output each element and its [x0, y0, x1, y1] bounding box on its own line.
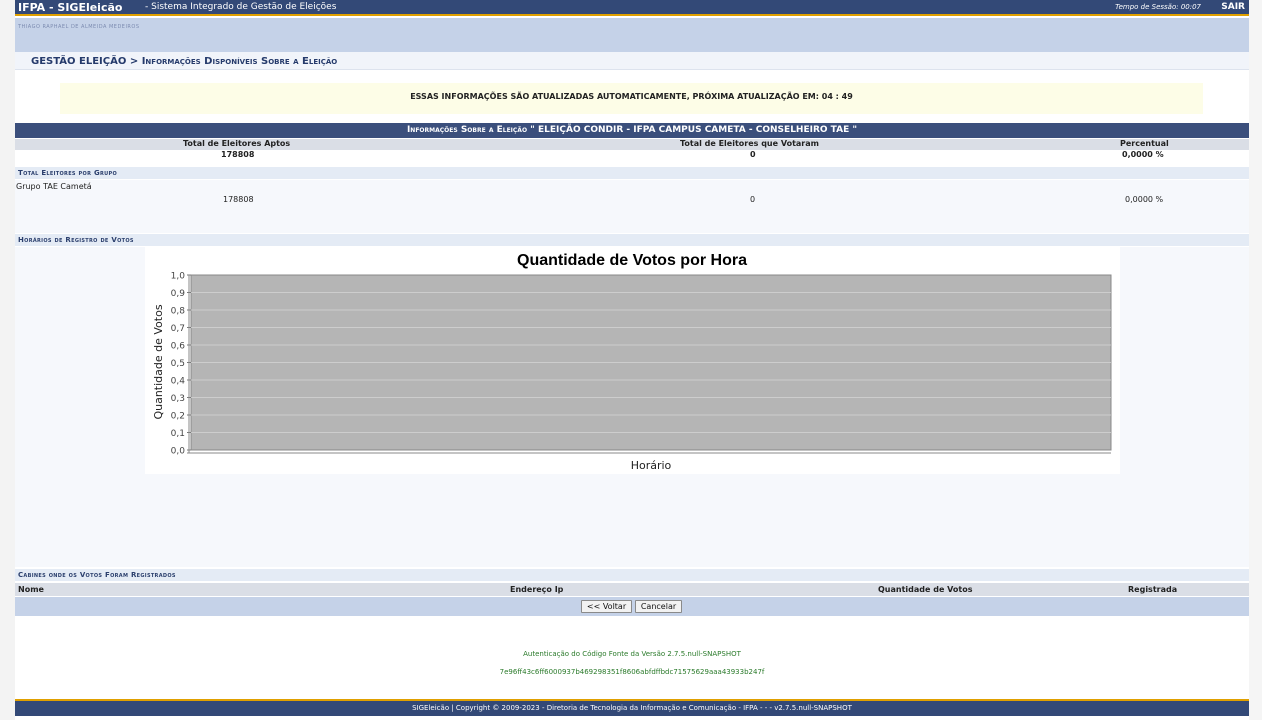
totals-row: 178808 0 0,0000 % [15, 150, 1249, 163]
breadcrumb-current: Informações Disponíveis Sobre a Eleição [141, 56, 338, 67]
y-tick-label: 0,2 [171, 412, 185, 422]
chart-title: Quantidade de Votos por Hora [517, 252, 747, 269]
y-tick-label: 0,8 [171, 307, 186, 317]
cancel-button[interactable]: Cancelar [635, 600, 682, 613]
auto-update-notice: ESSAS INFORMAÇÕES SÃO ATUALIZADAS AUTOMA… [60, 83, 1203, 114]
total-votaram: 0 [750, 150, 756, 159]
auth-source-version: Autenticação do Código Fonte da Versão 2… [523, 650, 741, 658]
col-votaram-header: Total de Eleitores que Votaram [680, 139, 819, 148]
y-tick-label: 0,6 [171, 342, 186, 352]
votes-per-hour-chart: Quantidade de Votos por Hora 0,0 0,1 0,2 0,… [145, 247, 1120, 474]
section-groups-title: Total Eleitores por Grupo [18, 169, 118, 177]
chart-area: Quantidade de Votos por Hora 0,0 0,1 0,2 0,… [15, 247, 1249, 567]
breadcrumb-separator: > [129, 56, 139, 67]
cabins-col-nome: Nome [18, 585, 44, 594]
system-subtitle: - Sistema Integrado de Gestão de Eleiçõe… [145, 2, 337, 12]
session-timer: Tempo de Sessão: 00:07 [1115, 3, 1201, 11]
top-bar: IFPA - SIGEleicão - Sistema Integrado de… [15, 0, 1249, 16]
plot-area: 0,0 0,1 0,2 0,3 0,4 0,5 0,6 0,7 0,8 0,9 1,0 [171, 272, 1112, 457]
section-cabins-title: Cabines onde os Votos Foram Registrados [18, 571, 176, 579]
total-aptos: 178808 [221, 150, 255, 159]
section-times: Horários de Registro de Votos [15, 234, 1249, 246]
col-aptos-header: Total de Eleitores Aptos [183, 139, 291, 148]
auto-update-text: ESSAS INFORMAÇÕES SÃO ATUALIZADAS AUTOMA… [410, 92, 853, 101]
cabins-col-votos: Quantidade de Votos [878, 585, 973, 594]
group-votaram: 0 [750, 195, 756, 204]
group-aptos: 178808 [223, 195, 254, 204]
y-tick-label: 0,9 [171, 289, 186, 299]
y-tick-label: 0,7 [171, 324, 185, 334]
breadcrumb-root[interactable]: GESTÃO ELEIÇÃO [31, 56, 126, 67]
system-brand: IFPA - SIGEleicão [18, 1, 123, 14]
totals-header-row: Total de Eleitores Aptos Total de Eleito… [15, 139, 1249, 150]
col-percentual-header: Percentual [1120, 139, 1169, 148]
logout-link[interactable]: SAIR [1221, 2, 1245, 12]
y-tick-label: 0,5 [171, 359, 185, 369]
cabins-col-registrada: Registrada [1128, 585, 1178, 594]
group-percentual: 0,0000 % [1125, 195, 1164, 204]
footer: SIGEleicão | Copyright © 2009-2023 - Dir… [15, 699, 1249, 716]
chart-y-axis-label: Quantidade de Votos [152, 304, 165, 419]
page: IFPA - SIGEleicão - Sistema Integrado de… [15, 0, 1249, 720]
y-tick-label: 0,3 [171, 394, 185, 404]
chart-svg: Quantidade de Votos por Hora 0,00,10,20,… [152, 252, 1112, 472]
group-list: Grupo TAE Cametá 178808 0 0,0000 % [15, 180, 1249, 233]
election-info-title: Informações Sobre a Eleição " ELEIÇÃO CO… [15, 123, 1249, 138]
y-tick-label: 0,0 [171, 447, 186, 457]
section-cabins: Cabines onde os Votos Foram Registrados [15, 569, 1249, 581]
group-name: Grupo TAE Cametá [16, 182, 92, 191]
y-tick-label: 0,4 [171, 377, 186, 387]
cabins-col-ip: Endereço Ip [510, 585, 564, 594]
y-tick-label: 1,0 [171, 272, 186, 282]
back-button[interactable]: << Voltar [581, 600, 632, 613]
section-groups: Total Eleitores por Grupo [15, 167, 1249, 179]
y-tick-label: 0,1 [171, 429, 185, 439]
user-name: THIAGO RAPHAEL DE ALMEIDA MEDEIROS [18, 24, 140, 30]
user-info-bar: THIAGO RAPHAEL DE ALMEIDA MEDEIROS [15, 18, 1249, 52]
auth-hash: 7e96ff43c6ff6000937b469298351f8606abfdff… [499, 668, 765, 676]
action-bar: << Voltar Cancelar [15, 597, 1249, 616]
cabins-table-header: Nome Endereço Ip Quantidade de Votos Reg… [15, 583, 1249, 596]
breadcrumb: GESTÃO ELEIÇÃO > Informações Disponíveis… [15, 52, 1249, 70]
left-margin [0, 0, 15, 720]
breadcrumb-text: GESTÃO ELEIÇÃO > Informações Disponíveis… [31, 56, 337, 67]
chart-x-axis-label: Horário [631, 459, 672, 472]
section-times-title: Horários de Registro de Votos [18, 236, 134, 244]
total-percentual: 0,0000 % [1122, 150, 1164, 159]
